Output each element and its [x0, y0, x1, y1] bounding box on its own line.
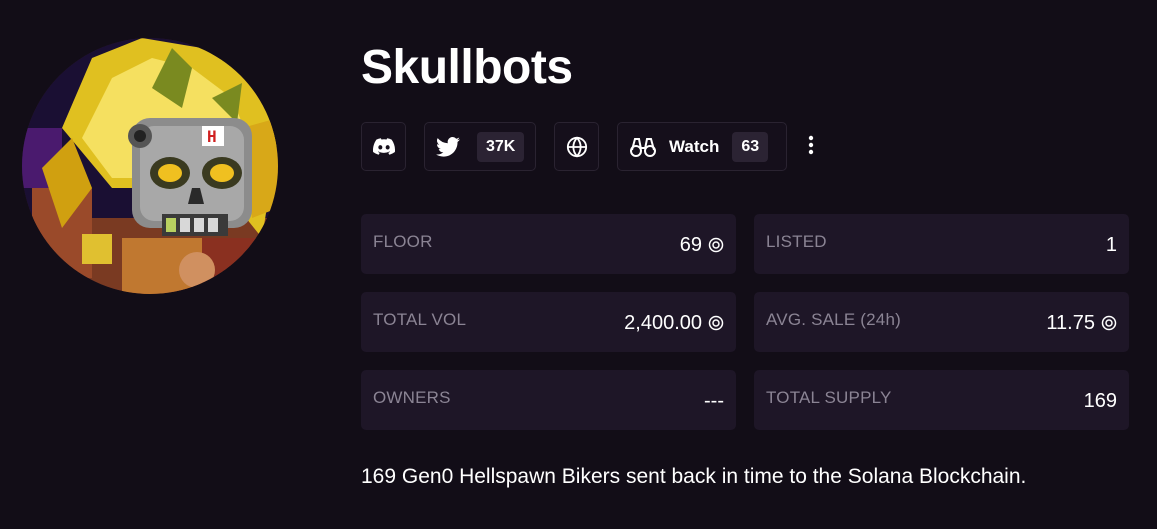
twitter-follower-count: 37K — [477, 131, 525, 162]
stat-label: OWNERS — [373, 388, 451, 407]
stat-label: FLOOR — [373, 232, 433, 251]
stat-value: 2,400.00 — [624, 312, 724, 335]
binoculars-icon — [629, 136, 657, 158]
owners-value: --- — [704, 389, 724, 412]
avg-sale-value: 11.75 — [1046, 311, 1095, 334]
sol-coin-icon — [1101, 315, 1117, 331]
website-button[interactable] — [554, 122, 599, 171]
watch-count: 63 — [732, 131, 769, 162]
stat-avg-sale: AVG. SALE (24h) 11.75 — [754, 292, 1129, 352]
stat-label: LISTED — [766, 232, 827, 251]
stat-value: 69 — [680, 234, 724, 257]
stat-value: 1 — [1106, 234, 1117, 257]
listed-value: 1 — [1105, 233, 1117, 256]
sol-coin-icon — [708, 315, 724, 331]
stat-value: 169 — [1084, 390, 1117, 413]
twitter-button[interactable]: 37K — [424, 122, 536, 171]
stats-grid: FLOOR 69 LISTED 1 TOTAL VOL 2,400.00 AVG… — [361, 214, 1129, 430]
discord-icon — [372, 138, 395, 155]
stat-label: AVG. SALE (24h) — [766, 310, 901, 329]
collection-title: Skullbots — [361, 41, 573, 94]
sol-coin-icon — [708, 237, 724, 253]
discord-button[interactable] — [361, 122, 406, 171]
stat-listed: LISTED 1 — [754, 214, 1129, 274]
total-vol-value: 2,400.00 — [624, 311, 702, 334]
stat-label: TOTAL SUPPLY — [766, 388, 892, 407]
more-vertical-icon — [808, 135, 814, 159]
total-supply-value: 169 — [1083, 389, 1117, 412]
twitter-icon — [436, 136, 460, 157]
stat-total-vol: TOTAL VOL 2,400.00 — [361, 292, 736, 352]
more-options-button[interactable] — [799, 122, 823, 171]
social-links-row: 37K Watch 63 — [361, 121, 823, 172]
stat-label: TOTAL VOL — [373, 310, 467, 329]
stat-value: 11.75 — [1046, 312, 1117, 335]
svg-text:H: H — [207, 127, 217, 146]
stat-value: --- — [704, 390, 724, 413]
watch-label: Watch — [669, 136, 720, 156]
watch-button[interactable]: Watch 63 — [617, 122, 787, 171]
stat-owners: OWNERS --- — [361, 370, 736, 430]
collection-description: 169 Gen0 Hellspawn Bikers sent back in t… — [361, 465, 1027, 488]
collection-avatar: H — [22, 38, 278, 294]
stat-floor: FLOOR 69 — [361, 214, 736, 274]
skull-artwork-image: H — [22, 38, 278, 294]
globe-icon — [566, 135, 588, 158]
floor-value: 69 — [679, 233, 702, 256]
stat-total-supply: TOTAL SUPPLY 169 — [754, 370, 1129, 430]
collection-page: H Skullbots 37K Watch 63 FLOOR 69 LISTED… — [0, 0, 1157, 529]
